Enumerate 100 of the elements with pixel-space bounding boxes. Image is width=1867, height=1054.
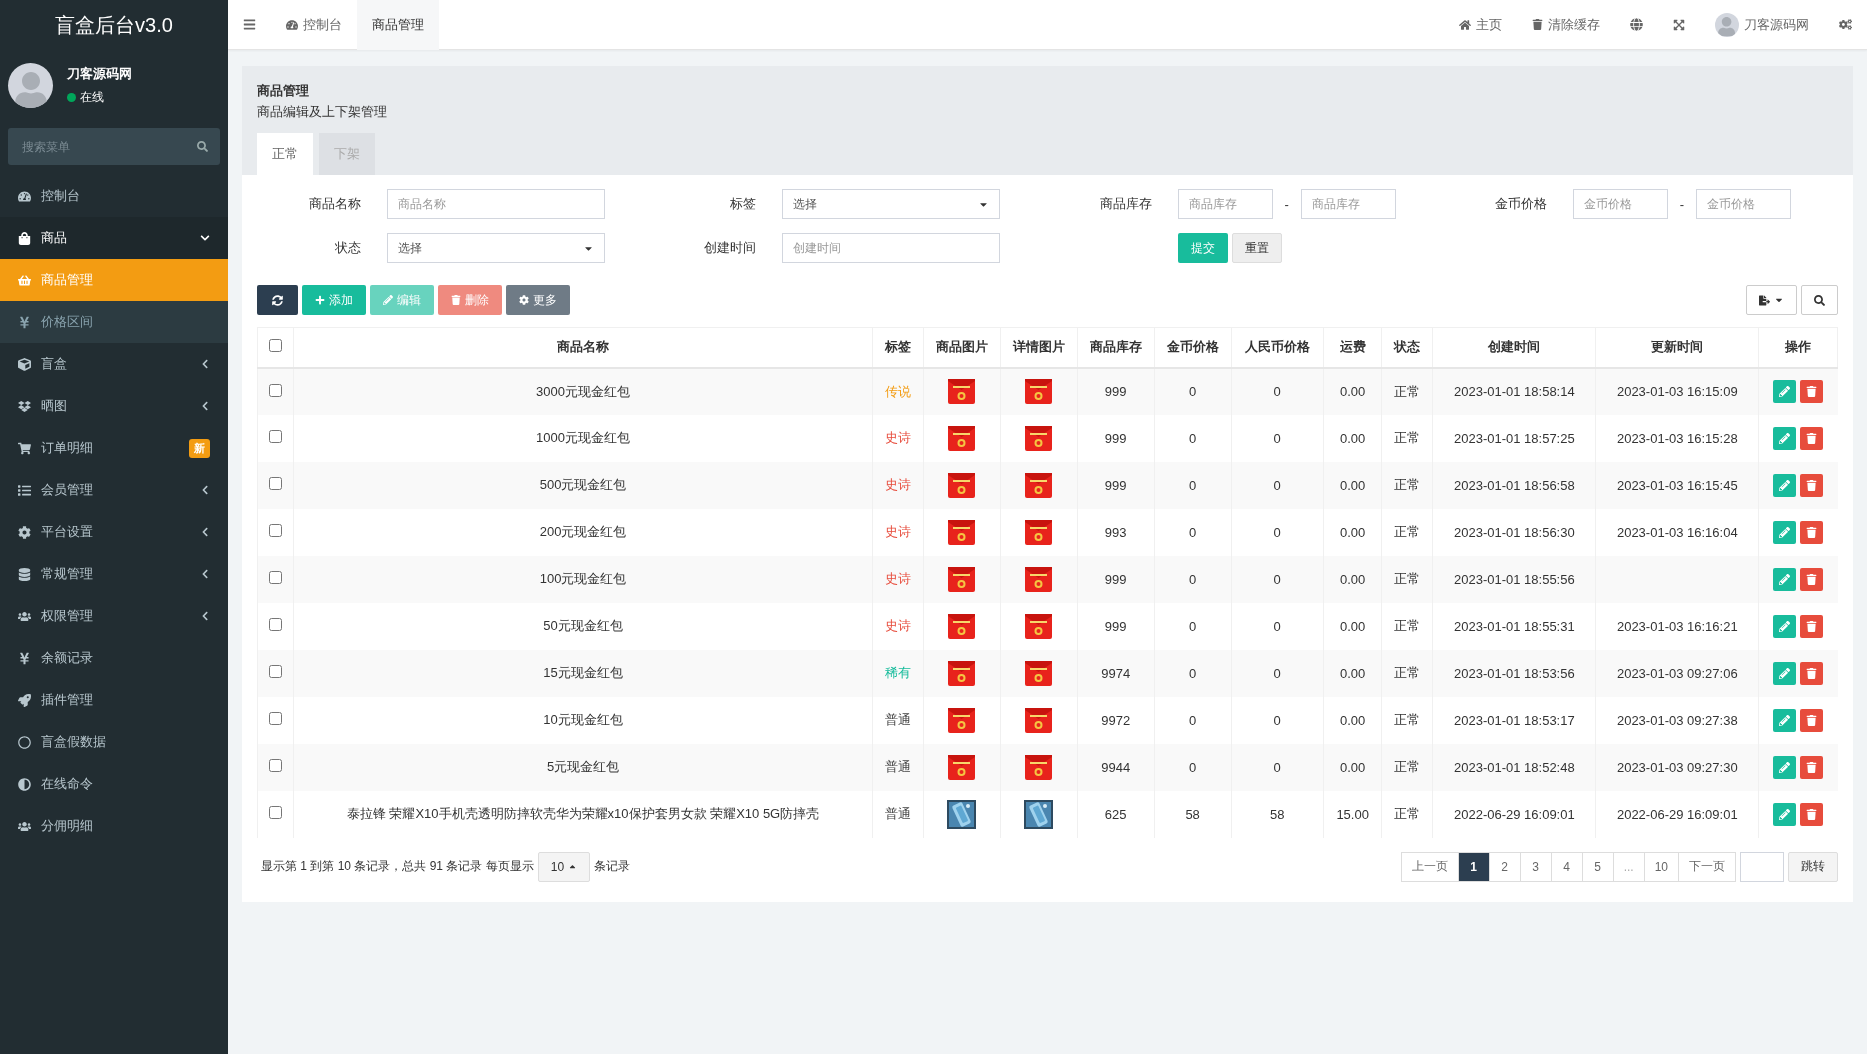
delete-icon[interactable] — [1800, 426, 1824, 450]
status-text: 在线 — [80, 88, 104, 106]
table-cell: 100元现金红包 — [293, 555, 873, 603]
menu-item[interactable]: 平台设置 — [0, 511, 228, 553]
field-label: 商品名称 — [308, 195, 361, 213]
input-field[interactable]: 金币价格 — [1572, 189, 1668, 219]
table-cell: 0 — [1231, 461, 1324, 509]
next-page-button[interactable]: 下一页 — [1678, 851, 1736, 882]
column-header: 详情图片 — [1000, 327, 1078, 368]
home-link[interactable]: 主页 — [1444, 0, 1517, 50]
dashboard-icon — [286, 18, 298, 31]
submenu-item[interactable]: 价格区间 — [0, 301, 228, 343]
delete-icon[interactable] — [1800, 661, 1824, 685]
dropbox-icon — [18, 399, 31, 413]
page-button[interactable]: 4 — [1550, 851, 1583, 882]
delete-icon[interactable] — [1800, 614, 1824, 638]
menu-search-input[interactable]: 搜索菜单 — [20, 138, 197, 155]
prev-page-button[interactable]: 上一页 — [1400, 851, 1459, 882]
row-checkbox[interactable] — [269, 712, 282, 725]
table-cell: 999 — [1077, 602, 1155, 650]
clear-cache-link[interactable]: 清除缓存 — [1517, 0, 1615, 50]
page-input[interactable] — [1740, 851, 1784, 882]
row-checkbox[interactable] — [269, 665, 282, 678]
delete-icon[interactable] — [1800, 708, 1824, 732]
row-checkbox[interactable] — [269, 524, 282, 537]
table-cell: 2023-01-01 18:53:17 — [1432, 696, 1596, 744]
table-cell: 2023-01-01 18:53:56 — [1432, 649, 1596, 697]
input-field[interactable]: 商品库存 — [1300, 189, 1396, 219]
menu-item[interactable]: 盲盒假数据 — [0, 721, 228, 763]
go-button[interactable]: 跳转 — [1788, 851, 1838, 882]
gear-icon — [519, 295, 529, 305]
field-label: 商品库存 — [1098, 195, 1152, 213]
row-checkbox[interactable] — [269, 477, 282, 490]
edit-icon[interactable] — [1773, 520, 1797, 544]
column-header: 更新时间 — [1595, 327, 1759, 368]
edit-icon[interactable] — [1773, 755, 1797, 779]
row-checkbox[interactable] — [269, 571, 282, 584]
delete-icon[interactable] — [1800, 755, 1824, 779]
input-field[interactable]: 商品名称 — [387, 189, 605, 219]
delete-icon[interactable] — [1800, 802, 1824, 826]
table-cell: 10元现金红包 — [293, 696, 873, 744]
menu-item[interactable]: 订单明细 新 — [0, 427, 228, 469]
page-button[interactable]: 2 — [1488, 851, 1521, 882]
input-field[interactable]: 商品库存 — [1177, 189, 1273, 219]
delete-icon[interactable] — [1800, 567, 1824, 591]
row-checkbox[interactable] — [269, 806, 282, 819]
page-button[interactable]: 10 — [1643, 851, 1679, 882]
row-checkbox[interactable] — [269, 618, 282, 631]
avatar-icon — [1715, 12, 1739, 37]
delete-icon[interactable] — [1800, 473, 1824, 497]
select-field[interactable]: 选择 — [782, 189, 1001, 219]
edit-icon[interactable] — [1773, 708, 1797, 732]
more-button[interactable]: 更多 — [506, 285, 570, 315]
avatar-icon — [8, 62, 53, 108]
page-size-button[interactable]: 10 — [537, 851, 591, 882]
edit-icon[interactable] — [1773, 380, 1797, 403]
table-cell: 2023-01-03 09:27:06 — [1595, 649, 1759, 697]
trash-icon — [1532, 19, 1543, 30]
cube-icon — [18, 357, 31, 371]
menu-item[interactable]: 在线命令 — [0, 763, 228, 805]
user-menu[interactable]: 刀客源码网 — [1700, 0, 1824, 50]
row-checkbox[interactable] — [269, 759, 282, 772]
page-button[interactable]: 5 — [1581, 851, 1614, 882]
select-field[interactable]: 选择 — [387, 233, 605, 263]
search-button[interactable] — [1801, 285, 1838, 315]
menu-item[interactable]: 盲盒 — [0, 343, 228, 385]
edit-icon[interactable] — [1773, 473, 1797, 497]
nav-tab[interactable]: 控制台 — [271, 0, 357, 50]
menu-item[interactable]: 插件管理 — [0, 679, 228, 721]
table-cell: 0.00 — [1323, 508, 1382, 556]
delete-icon[interactable] — [1800, 380, 1824, 403]
menu-item[interactable]: 晒图 — [0, 385, 228, 427]
menu-item[interactable]: 余额记录 — [0, 637, 228, 679]
edit-icon[interactable] — [1773, 802, 1797, 826]
edit-icon[interactable] — [1773, 661, 1797, 685]
row-checkbox[interactable] — [269, 430, 282, 443]
edit-icon[interactable] — [1773, 614, 1797, 638]
menu-item[interactable]: 控制台 — [0, 175, 228, 217]
page-button[interactable]: 3 — [1519, 851, 1552, 882]
menu-search-field[interactable]: 搜索菜单 — [8, 128, 220, 165]
page-button[interactable]: 1 — [1457, 851, 1490, 882]
menu-item[interactable]: 商品 — [0, 217, 228, 259]
export-button[interactable] — [1746, 285, 1797, 315]
row-checkbox[interactable] — [269, 383, 282, 397]
delete-icon[interactable] — [1800, 520, 1824, 544]
menu-item[interactable]: 权限管理 — [0, 595, 228, 637]
input-field[interactable]: 金币价格 — [1696, 189, 1792, 219]
reset-button[interactable]: 重置 — [1231, 233, 1282, 263]
page-subtitle: 商品编辑及上下架管理 — [257, 103, 388, 121]
table-cell: 2023-01-01 18:57:25 — [1432, 414, 1596, 462]
nav-tab[interactable]: 商品管理 — [357, 0, 439, 50]
edit-icon[interactable] — [1773, 426, 1797, 450]
refresh-button[interactable] — [257, 285, 298, 315]
status-tab[interactable]: 正常 — [257, 133, 313, 175]
menu-item[interactable]: 常规管理 — [0, 553, 228, 595]
edit-icon[interactable] — [1773, 567, 1797, 591]
menu-item[interactable]: 会员管理 — [0, 469, 228, 511]
menu-item[interactable]: 分佣明细 — [0, 805, 228, 847]
input-field[interactable]: 创建时间 — [782, 233, 1001, 263]
select-all-checkbox[interactable] — [269, 339, 282, 353]
